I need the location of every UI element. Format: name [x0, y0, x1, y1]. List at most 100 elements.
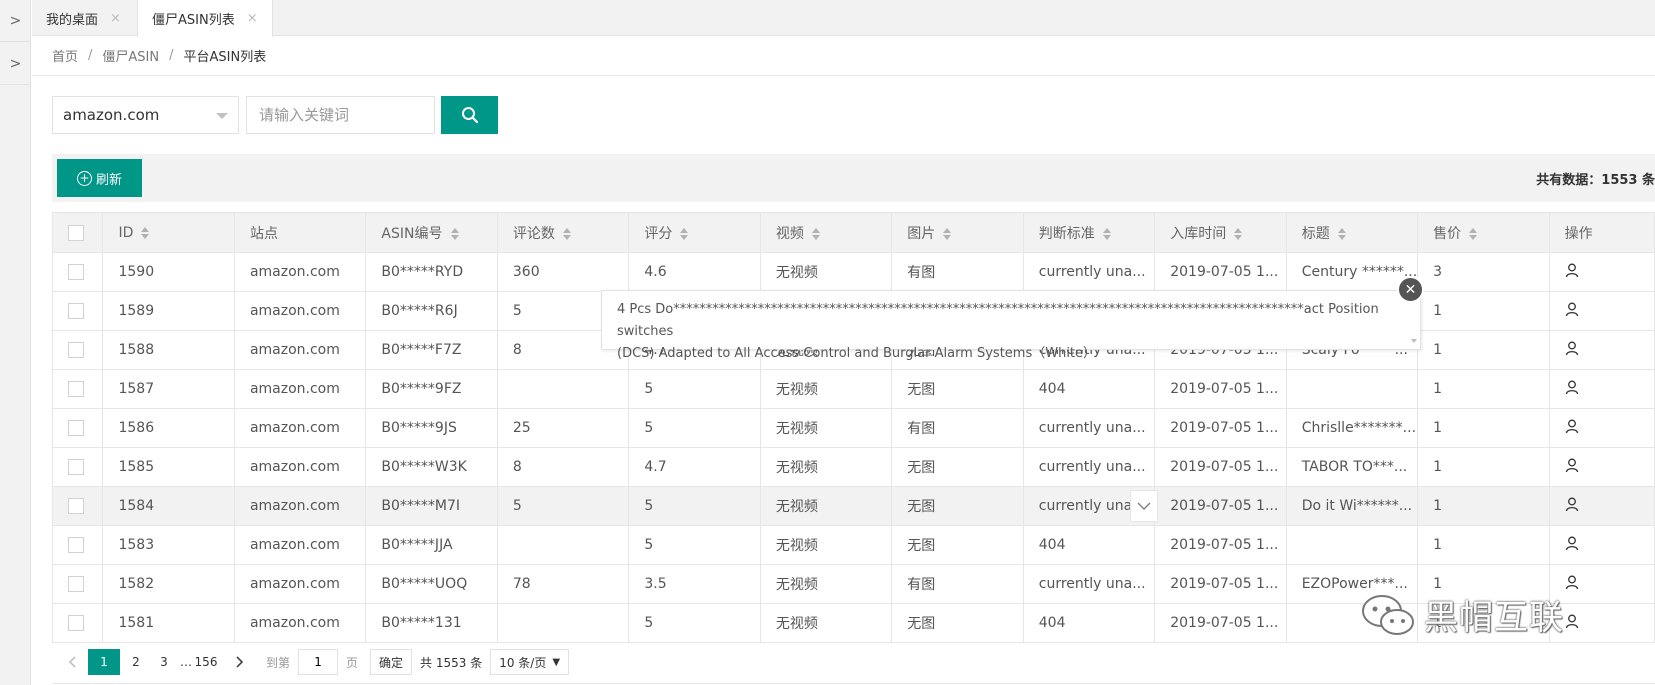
col-header-rating[interactable]: 评分: [628, 212, 761, 253]
page-size-select[interactable]: 10 条/页 ▼: [490, 649, 570, 675]
page-button-last[interactable]: 156: [194, 649, 218, 675]
popup-close-button[interactable]: ✕: [1397, 276, 1424, 303]
cell-actions: [1548, 369, 1655, 409]
user-icon[interactable]: [1565, 419, 1579, 438]
table-row[interactable]: 1583 amazon.com B0*****JJA 5 无视频 无图 404 2019-07…: [51, 525, 1655, 565]
tab-zombie-asin-list[interactable]: 僵尸ASIN列表 ×: [137, 0, 273, 37]
cell-price: 1: [1417, 369, 1550, 409]
cell-id: 1587: [102, 369, 235, 409]
cell-site: amazon.com: [233, 603, 367, 643]
cell-actions: [1548, 447, 1655, 487]
cell-criteria: currently una...: [1022, 447, 1156, 487]
keyword-input[interactable]: [246, 96, 435, 134]
tab-desktop[interactable]: 我的桌面 ×: [32, 0, 135, 36]
cell-asin: B0*****131: [365, 603, 498, 643]
pagination: 1 2 3 … 156 到第 页 确定 共 1553 条 10 条/页 ▼: [60, 648, 570, 676]
page-button-3[interactable]: 3: [152, 649, 176, 675]
row-checkbox[interactable]: [68, 498, 84, 514]
user-icon[interactable]: [1565, 536, 1579, 555]
user-icon[interactable]: [1565, 614, 1579, 633]
cell-image: 无图: [891, 369, 1024, 409]
table-row[interactable]: 1584 amazon.com B0*****M7I 5 5 无视频 无图 currently…: [51, 486, 1655, 526]
row-select-cell: [51, 564, 104, 604]
row-select-cell: [51, 525, 104, 565]
user-icon[interactable]: [1565, 458, 1579, 477]
row-checkbox[interactable]: [68, 264, 84, 280]
row-checkbox[interactable]: [68, 537, 84, 553]
user-icon[interactable]: [1565, 341, 1579, 360]
breadcrumb-zombie-asin[interactable]: 僵尸ASIN: [102, 46, 159, 65]
page-button-2[interactable]: 2: [124, 649, 148, 675]
row-checkbox[interactable]: [68, 615, 84, 631]
cell-reviews: 5: [496, 486, 630, 526]
user-icon[interactable]: [1565, 497, 1579, 516]
goto-page-input[interactable]: [298, 649, 339, 675]
cell-criteria: currently una...: [1022, 252, 1156, 292]
prev-page-button[interactable]: [60, 649, 84, 675]
col-header-video[interactable]: 视频: [759, 212, 893, 253]
col-header-time[interactable]: 入库时间: [1154, 212, 1287, 253]
cell-asin: B0*****JJA: [365, 525, 498, 565]
col-header-reviews[interactable]: 评论数: [496, 212, 630, 253]
cell-asin: B0*****UOQ: [365, 564, 498, 604]
scroll-down-icon[interactable]: [1411, 339, 1417, 343]
refresh-button[interactable]: + 刷新: [57, 159, 142, 197]
chevron-left-icon: [68, 656, 76, 668]
cell-expand-button[interactable]: [1130, 490, 1158, 522]
expand-nav-button[interactable]: >: [0, 0, 31, 42]
sort-icon: [1469, 227, 1478, 240]
row-checkbox[interactable]: [68, 459, 84, 475]
user-icon[interactable]: [1565, 302, 1579, 321]
row-checkbox[interactable]: [68, 381, 84, 397]
table-row[interactable]: 1585 amazon.com B0*****W3K 8 4.7 无视频 无图 current…: [51, 447, 1655, 487]
cell-image: 无图: [891, 447, 1024, 487]
row-checkbox[interactable]: [68, 576, 84, 592]
cell-reviews: [496, 525, 630, 565]
next-page-button[interactable]: [228, 649, 252, 675]
divider: [52, 683, 1655, 684]
cell-price: 1: [1417, 291, 1550, 331]
cell-title: Chrislle*******...: [1285, 408, 1419, 448]
row-checkbox[interactable]: [68, 303, 84, 319]
table-row[interactable]: 1587 amazon.com B0*****9FZ 5 无视频 无图 404 2019-07…: [51, 369, 1655, 409]
row-select-cell: [51, 369, 104, 409]
cell-price: 1: [1417, 330, 1550, 370]
col-header-criteria[interactable]: 判断标准: [1022, 212, 1156, 253]
col-header-id[interactable]: ID: [102, 212, 235, 253]
col-header-title[interactable]: 标题: [1285, 212, 1419, 253]
col-header-asin[interactable]: ASIN编号: [365, 212, 498, 253]
user-icon[interactable]: [1565, 575, 1579, 594]
cell-asin: B0*****9FZ: [365, 369, 498, 409]
breadcrumb-home[interactable]: 首页: [52, 46, 78, 65]
cell-site: amazon.com: [233, 486, 367, 526]
cell-reviews: 360: [496, 252, 630, 292]
cell-actions: [1548, 291, 1655, 331]
user-icon[interactable]: [1565, 263, 1579, 282]
cell-reviews: [496, 603, 630, 643]
expand-submenu-button[interactable]: >: [0, 43, 31, 85]
cell-asin: B0*****F7Z: [365, 330, 498, 370]
cell-site: amazon.com: [233, 564, 367, 604]
cell-detail-popup: 4 Pcs Do********************************…: [601, 290, 1421, 361]
page-ellipsis: …: [180, 655, 192, 669]
cell-image: 有图: [891, 408, 1024, 448]
cell-site: amazon.com: [233, 447, 367, 487]
col-header-price[interactable]: 售价: [1417, 212, 1550, 253]
goto-confirm-button[interactable]: 确定: [370, 649, 413, 675]
table-toolbar: + 刷新 共有数据：1553 条: [52, 154, 1655, 202]
search-button[interactable]: [441, 96, 498, 134]
cell-time: 2019-07-05 1...: [1154, 486, 1287, 526]
pagination-total: 共 1553 条: [420, 655, 483, 670]
refresh-label: 刷新: [95, 172, 122, 188]
user-icon[interactable]: [1565, 380, 1579, 399]
page-button-1[interactable]: 1: [88, 649, 120, 675]
chevron-right-icon: >: [9, 12, 22, 29]
select-all-checkbox[interactable]: [68, 224, 84, 241]
col-header-image[interactable]: 图片: [891, 212, 1024, 253]
close-icon[interactable]: ×: [110, 11, 121, 26]
site-select[interactable]: amazon.com: [52, 96, 239, 134]
close-icon[interactable]: ×: [247, 11, 258, 26]
row-checkbox[interactable]: [68, 420, 84, 436]
table-row[interactable]: 1586 amazon.com B0*****9JS 25 5 无视频 有图 currentl…: [51, 408, 1655, 448]
row-checkbox[interactable]: [68, 342, 84, 358]
